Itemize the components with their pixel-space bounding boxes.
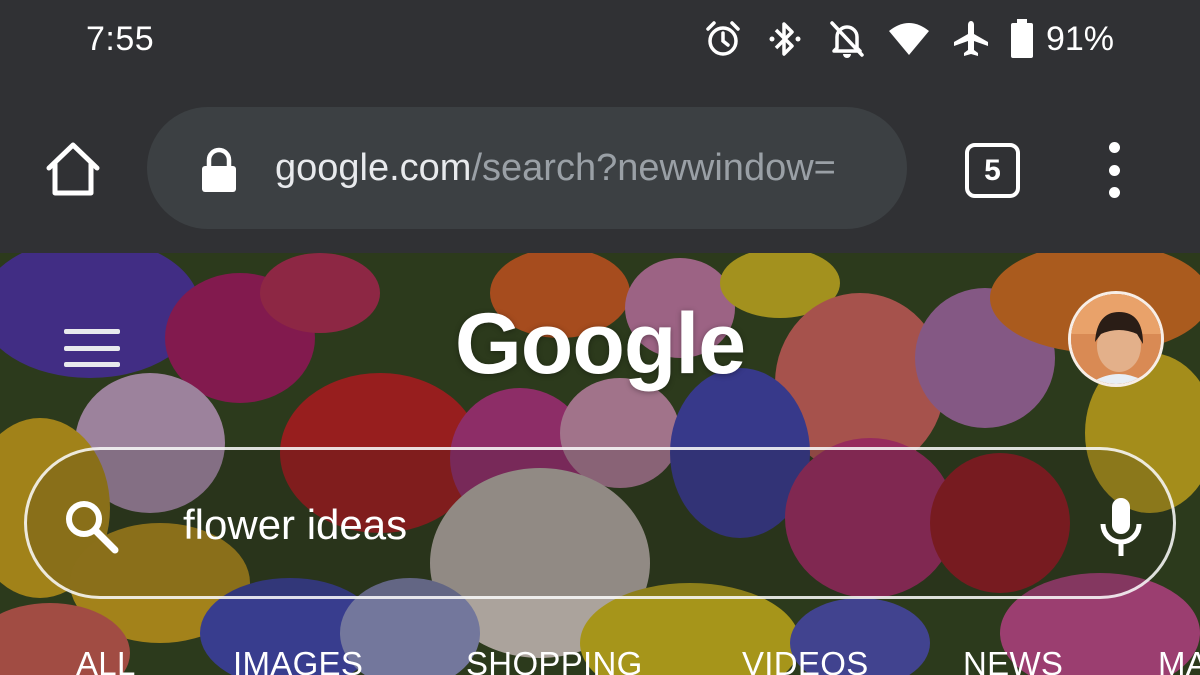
lock-icon [202,147,236,192]
battery-icon [1002,14,1042,64]
alarm-icon [692,14,754,64]
search-tabs: ALL IMAGES SHOPPING VIDEOS NEWS MA [0,645,1200,675]
home-button[interactable] [42,138,104,200]
search-icon [66,501,119,554]
status-icons: 91% [692,14,1114,64]
search-page: Google flower ideas ALL IMAGES SHOPPING … [0,253,1200,675]
url-host: google.com [275,147,472,189]
airplane-mode-icon [940,14,1002,64]
tab-switcher-button[interactable]: 5 [965,143,1020,198]
overflow-menu-icon[interactable] [1096,138,1132,202]
battery-percent: 91% [1045,19,1114,58]
url-path: /search?newwindow= [471,147,836,189]
home-icon [46,142,100,196]
notifications-off-icon [816,14,878,64]
wifi-icon [878,14,940,64]
tab-news[interactable]: NEWS [963,645,1063,675]
search-bar[interactable]: flower ideas [24,447,1176,599]
tab-images[interactable]: IMAGES [233,645,363,675]
microphone-icon[interactable] [1095,496,1147,558]
tab-count: 5 [984,153,1001,187]
status-bar: 7:55 91% [0,0,1200,88]
tab-videos[interactable]: VIDEOS [742,645,869,675]
browser-toolbar: google.com/search?newwindow= 5 [0,88,1200,253]
url-text: google.com/search?newwindow= [275,147,880,190]
avatar[interactable] [1068,291,1164,387]
omnibox[interactable]: google.com/search?newwindow= [147,107,907,229]
tab-maps[interactable]: MA [1158,645,1200,675]
google-logo: Google [454,296,746,392]
bluetooth-icon [754,14,816,64]
tab-shopping[interactable]: SHOPPING [466,645,643,675]
search-query-text[interactable]: flower ideas [183,501,407,549]
tab-all[interactable]: ALL [76,645,136,675]
status-time: 7:55 [86,20,155,58]
